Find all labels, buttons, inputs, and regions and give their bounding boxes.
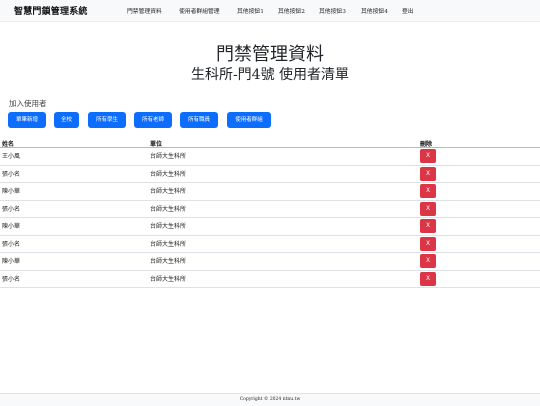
all-students-button[interactable]: 所有學生 bbox=[88, 112, 126, 128]
cell-name: 陳小華 bbox=[2, 188, 21, 195]
delete-button[interactable]: X bbox=[420, 166, 436, 181]
user-group-button[interactable]: 使用者群組 bbox=[227, 112, 271, 128]
header-unit: 單位 bbox=[150, 141, 163, 148]
cell-name: 張小名 bbox=[2, 275, 21, 283]
nav-link-other-1[interactable]: 其他按鈕1 bbox=[237, 6, 264, 15]
table-row: 陳小華 台師大生科所 X bbox=[0, 218, 540, 236]
delete-button[interactable]: X bbox=[420, 219, 436, 233]
delete-button[interactable]: X bbox=[420, 254, 436, 268]
table-row: 陳小華 台師大生科所 X bbox=[0, 253, 540, 271]
cell-name: 王小風 bbox=[2, 153, 21, 160]
cell-name: 張小名 bbox=[2, 240, 21, 248]
table-row: 張小名 台師大生科所 X bbox=[0, 271, 540, 288]
table-row: 張小名 台師大生科所 X bbox=[0, 236, 540, 253]
cell-unit: 台師大生科所 bbox=[150, 170, 187, 178]
whole-school-button[interactable]: 全校 bbox=[54, 112, 79, 128]
cell-unit: 台師大生科所 bbox=[150, 205, 187, 213]
cell-name: 張小名 bbox=[2, 170, 21, 178]
cell-name: 陳小華 bbox=[2, 258, 21, 265]
all-staff-button[interactable]: 所有職員 bbox=[180, 112, 218, 128]
nav-link-other-4[interactable]: 其他按鈕4 bbox=[361, 6, 388, 15]
page-title: 門禁管理資料 bbox=[216, 44, 324, 65]
cell-unit: 台師大生科所 bbox=[150, 258, 187, 265]
nav-link-user-groups[interactable]: 使用者群組管理 bbox=[179, 6, 220, 15]
user-table: 姓名 單位 刪除 王小風 台師大生科所 X 張小名 台師大生科所 X 陳小華 台… bbox=[0, 138, 540, 288]
delete-button[interactable]: X bbox=[420, 201, 436, 216]
nav-link-other-3[interactable]: 其他按鈕3 bbox=[319, 6, 346, 15]
header-name: 姓名 bbox=[2, 141, 15, 148]
brand-title[interactable]: 智慧門鎖管理系統 bbox=[14, 4, 88, 17]
table-row: 張小名 台師大生科所 X bbox=[0, 166, 540, 183]
table-row: 張小名 台師大生科所 X bbox=[0, 201, 540, 218]
page-subtitle: 生科所-門4號 使用者清單 bbox=[190, 67, 350, 83]
cell-unit: 台師大生科所 bbox=[150, 240, 187, 248]
delete-button[interactable]: X bbox=[420, 149, 436, 163]
cell-unit: 台師大生科所 bbox=[150, 188, 187, 195]
cell-unit: 台師大生科所 bbox=[150, 153, 187, 160]
navbar: 智慧門鎖管理系統 門禁管理資料 使用者群組管理 其他按鈕1 其他按鈕2 其他按鈕… bbox=[0, 0, 540, 22]
cell-name: 陳小華 bbox=[2, 223, 21, 230]
header-delete: 刪除 bbox=[420, 141, 433, 148]
add-user-label: 加入使用者 bbox=[9, 99, 47, 108]
nav-link-other-2[interactable]: 其他按鈕2 bbox=[278, 6, 305, 15]
table-row: 王小風 台師大生科所 X bbox=[0, 148, 540, 166]
cell-unit: 台師大生科所 bbox=[150, 223, 187, 230]
cell-name: 張小名 bbox=[2, 205, 21, 213]
nav-link-access-data[interactable]: 門禁管理資料 bbox=[127, 6, 162, 15]
delete-button[interactable]: X bbox=[420, 184, 436, 198]
copyright-text: Copyright © 2024 ntnu.tw bbox=[239, 397, 301, 402]
table-header: 姓名 單位 刪除 bbox=[0, 138, 540, 148]
delete-button[interactable]: X bbox=[420, 236, 436, 251]
footer: Copyright © 2024 ntnu.tw bbox=[0, 393, 540, 406]
delete-button[interactable]: X bbox=[420, 271, 436, 286]
nav-link-logout[interactable]: 登出 bbox=[402, 6, 414, 15]
all-teachers-button[interactable]: 所有老師 bbox=[134, 112, 172, 128]
cell-unit: 台師大生科所 bbox=[150, 275, 187, 283]
table-row: 陳小華 台師大生科所 X bbox=[0, 183, 540, 201]
single-add-button[interactable]: 單筆新增 bbox=[8, 112, 46, 128]
